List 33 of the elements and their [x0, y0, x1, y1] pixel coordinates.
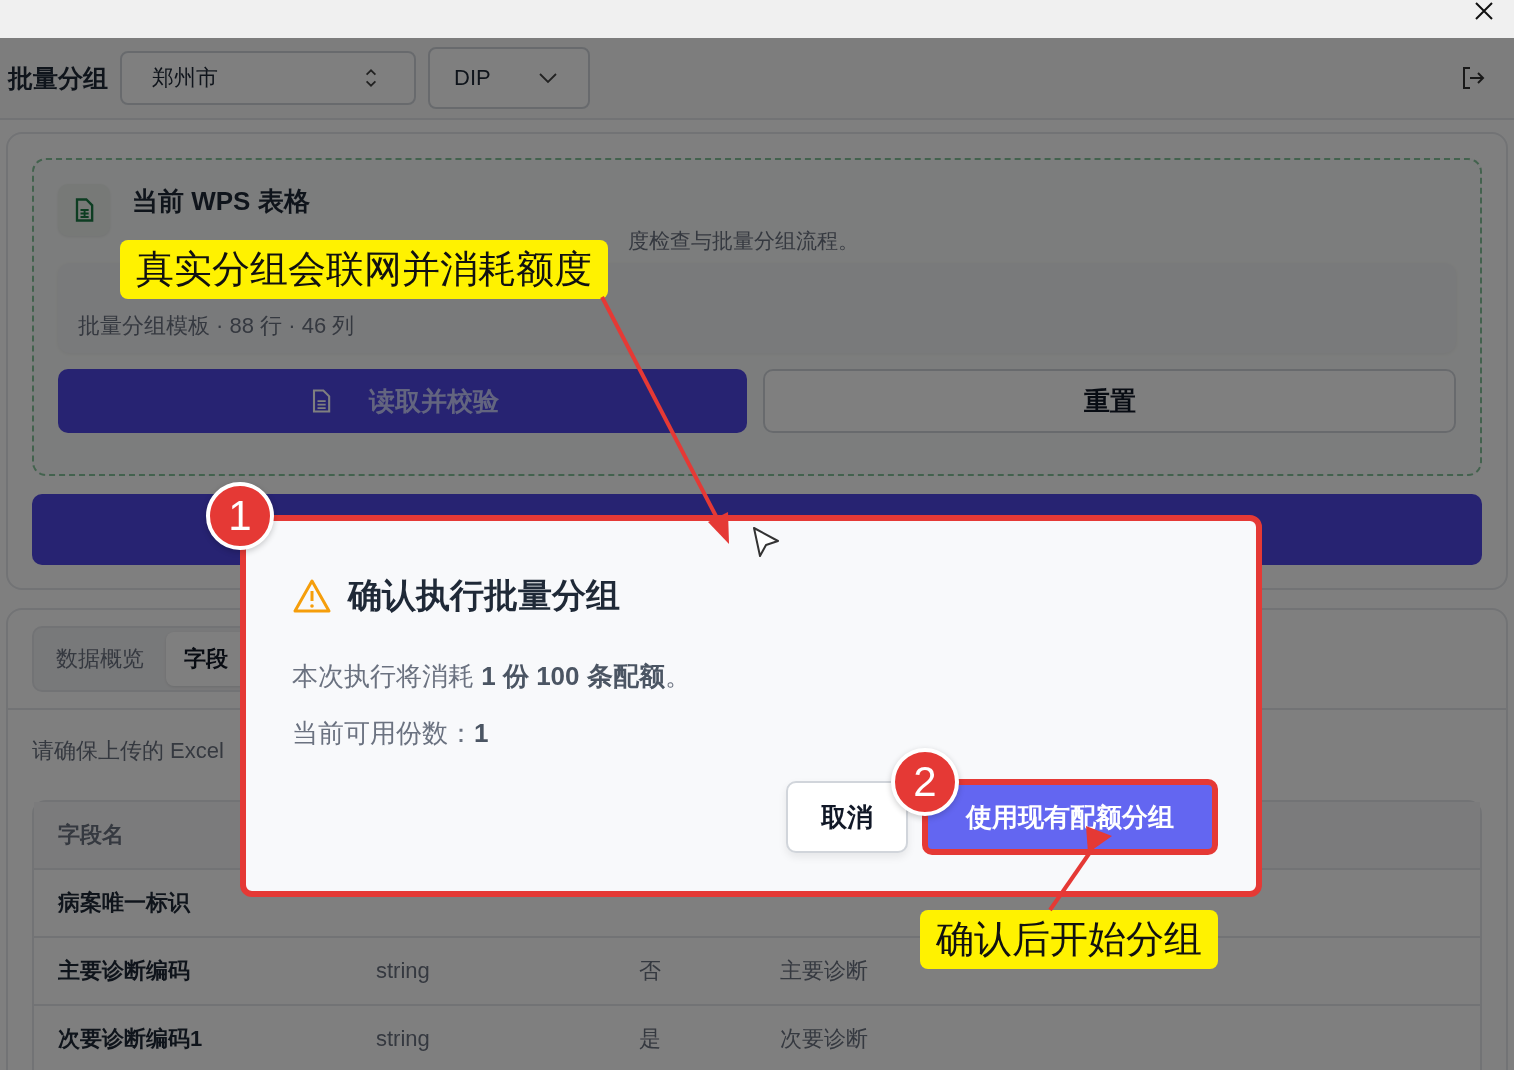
table-cell-text: 病案唯一标识 [58, 889, 192, 917]
table-cell-text: 次要诊断 [780, 1025, 868, 1053]
city-select[interactable]: 郑州市 [120, 51, 416, 105]
sort-icon [364, 67, 378, 89]
card-description: 度检查与批量分组流程。 [628, 228, 859, 254]
sheet-meta: 批量分组模板 · 88 行 · 46 列 [78, 312, 356, 340]
card-title: 当前 WPS 表格 [132, 185, 311, 218]
hint-text: 请确保上传的 Excel [32, 738, 224, 763]
table-cell-text: 是 [639, 1025, 662, 1053]
table-cell-text: 否 [639, 957, 662, 985]
cursor-icon [753, 527, 779, 557]
cancel-button[interactable]: 取消 [786, 781, 908, 853]
table-cell-text: 次要诊断编码1 [58, 1025, 204, 1053]
table-cell-text: string [376, 1026, 431, 1052]
dialog-message: 当前可用份数：1 [292, 717, 490, 750]
logout-icon[interactable] [1460, 65, 1486, 91]
tab[interactable]: 数据概览 [38, 632, 162, 686]
page-title: 批量分组 [8, 62, 108, 94]
column-header: 字段名 [58, 821, 124, 849]
chevron-down-icon [538, 72, 558, 84]
table-cell-text: string [376, 958, 431, 984]
table-cell-text: 主要诊断编码 [58, 957, 191, 985]
read-validate-button[interactable]: 读取并校验 [58, 369, 747, 433]
reset-button[interactable]: 重置 [763, 369, 1456, 433]
callout-label: 确认后开始分组 [920, 910, 1218, 969]
dialog-message: 本次执行将消耗 1 份 100 条配额。 [292, 660, 692, 693]
close-icon[interactable] [1474, 1, 1494, 21]
spreadsheet-icon [58, 184, 110, 236]
table-cell-text: 主要诊断 [780, 957, 868, 985]
callout-label: 真实分组会联网并消耗额度 [120, 240, 608, 299]
warning-icon [292, 578, 332, 614]
mode-select[interactable]: DIP [428, 47, 590, 109]
dialog-title: 确认执行批量分组 [348, 575, 620, 616]
